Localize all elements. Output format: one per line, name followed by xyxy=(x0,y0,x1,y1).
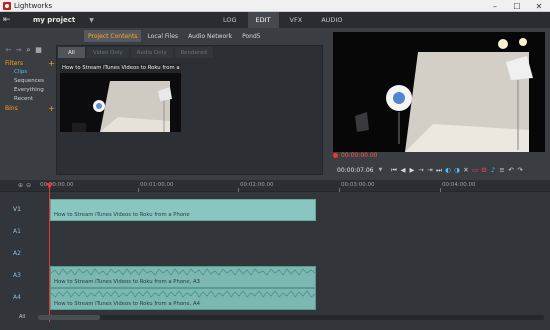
filter-tab-all[interactable]: All xyxy=(58,47,85,58)
track-label-v1[interactable]: V1 xyxy=(13,206,21,213)
clear-marks-icon[interactable]: ✕ xyxy=(463,165,469,175)
viewer-top-timecode: 00:00:00.00 xyxy=(333,152,378,159)
filter-item-sequences[interactable]: Sequences xyxy=(5,77,55,86)
nav-row: ← → ⌕ ▦ xyxy=(5,45,55,55)
timeline-audio-clip-a3[interactable]: How to Stream iTunes Videos to Roku from… xyxy=(50,266,316,288)
zoom-in-icon[interactable]: ⊕ xyxy=(18,182,23,189)
ruler-tick xyxy=(440,188,441,192)
ruler-tick-label: 00:04:00.00 xyxy=(442,182,476,188)
search-icon[interactable]: ⌕ xyxy=(25,46,32,55)
main-tabs: LOG EDIT VFX AUDIO xyxy=(215,12,353,28)
os-titlebar: Lightworks – ☐ ✕ xyxy=(0,0,550,12)
maximize-button[interactable]: ☐ xyxy=(506,0,528,12)
tab-local-files[interactable]: Local Files xyxy=(143,30,182,42)
bin-area: All Video Only Audio Only Rendered How t… xyxy=(56,45,323,175)
go-to-end-icon[interactable]: ⏭ xyxy=(436,165,442,175)
filter-item-everything[interactable]: Everything xyxy=(5,86,55,95)
transport-buttons: ⏮ ◀ ▶ → ⇥ ⏭ ◐ ◑ ✕ ▭ ⊟ ♪ ≡ ↶ ↷ xyxy=(391,165,523,175)
go-to-start-icon[interactable]: ⏮ xyxy=(391,165,397,175)
forward-arrow-icon[interactable]: → xyxy=(15,46,22,54)
ruler-tools: ⊕ ⊖ xyxy=(18,182,31,189)
ruler-tick-label: 00:00:00.00 xyxy=(40,182,74,188)
tab-audio[interactable]: AUDIO xyxy=(313,12,350,28)
filters-label: Filters xyxy=(5,60,23,67)
record-indicator-icon xyxy=(333,153,338,158)
add-bin-icon[interactable]: + xyxy=(48,104,55,113)
filter-tab-audio-only[interactable]: Audio Only xyxy=(130,47,173,58)
clip-title: How to Stream iTunes Videos to Roku from… xyxy=(60,64,181,73)
track-label-a2[interactable]: A2 xyxy=(13,250,21,257)
bins-header: Bins + xyxy=(5,104,55,113)
clip-thumbnail xyxy=(60,73,181,132)
filter-tab-video-only[interactable]: Video Only xyxy=(86,47,129,58)
insert-icon[interactable]: ▭ xyxy=(472,165,478,175)
video-clip-name: How to Stream iTunes Videos to Roku from… xyxy=(54,212,190,218)
lightworks-app: Lightworks – ☐ ✕ ⇤ my project ▼ LOG EDIT… xyxy=(0,0,550,330)
media-filter-tabs: All Video Only Audio Only Rendered xyxy=(58,47,213,58)
app-header: ⇤ my project ▼ LOG EDIT VFX AUDIO xyxy=(0,12,550,28)
ruler-tick-label: 00:02:00.00 xyxy=(240,182,274,188)
ruler-tick xyxy=(138,188,139,192)
track-label-a4[interactable]: A4 xyxy=(13,294,21,301)
filter-tab-rendered[interactable]: Rendered xyxy=(174,47,213,58)
viewer-timecode[interactable]: 00:00:07.06 xyxy=(337,167,374,174)
viewer-controls: 00:00:07.06 ▼ ⏮ ◀ ▶ → ⇥ ⏭ ◐ ◑ ✕ ▭ ⊟ ♪ ≡ … xyxy=(333,164,545,176)
mark-out-icon[interactable]: ◑ xyxy=(454,165,460,175)
filter-item-recent[interactable]: Recent xyxy=(5,95,55,104)
tab-edit[interactable]: EDIT xyxy=(247,12,279,28)
chevron-down-icon[interactable]: ▼ xyxy=(379,167,383,173)
bins-label: Bins xyxy=(5,105,18,112)
timeline-ruler[interactable]: ⊕ ⊖ 00:00:00.00 00:01:00.00 00:02:00.00 … xyxy=(0,180,550,192)
step-back-icon[interactable]: ◀ xyxy=(400,165,406,175)
tab-log[interactable]: LOG xyxy=(215,12,245,28)
scrollbar-thumb[interactable] xyxy=(38,315,100,320)
track-label-a1[interactable]: A1 xyxy=(13,228,21,235)
window-title: Lightworks xyxy=(14,1,53,10)
ruler-tick xyxy=(339,188,340,192)
window-controls: – ☐ ✕ xyxy=(484,0,550,12)
filters-header: Filters + xyxy=(5,59,55,68)
project-name[interactable]: my project xyxy=(33,16,75,24)
close-button[interactable]: ✕ xyxy=(528,0,550,12)
filter-item-clips[interactable]: Clips xyxy=(5,68,55,77)
track-label-a3[interactable]: A3 xyxy=(13,272,21,279)
ruler-tick-label: 00:03:00.00 xyxy=(341,182,375,188)
tab-vfx[interactable]: VFX xyxy=(282,12,311,28)
layout-toggle-icon[interactable]: ▦ xyxy=(35,46,42,54)
add-filter-icon[interactable]: + xyxy=(48,59,55,68)
content-tabs: Project Contents Local Files Audio Netwo… xyxy=(0,29,330,43)
ruler-tick-label: 00:01:00.00 xyxy=(140,182,174,188)
tab-project-contents[interactable]: Project Contents xyxy=(84,30,142,42)
all-tracks-toggle[interactable]: All xyxy=(19,314,25,320)
step-forward-icon[interactable]: → xyxy=(418,165,424,175)
audio-icon[interactable]: ♪ xyxy=(490,165,496,175)
play-icon[interactable]: ▶ xyxy=(409,165,415,175)
delete-icon[interactable]: ≡ xyxy=(499,165,505,175)
audio-clip-name-a3: How to Stream iTunes Videos to Roku from… xyxy=(54,279,201,285)
mark-in-icon[interactable]: ◐ xyxy=(445,165,451,175)
exit-project-icon[interactable]: ⇤ xyxy=(3,15,15,25)
zoom-out-icon[interactable]: ⊖ xyxy=(26,182,31,189)
fast-forward-icon[interactable]: ⇥ xyxy=(427,165,433,175)
viewer-top-time: 00:00:00.00 xyxy=(341,152,378,159)
timeline-video-clip[interactable]: How to Stream iTunes Videos to Roku from… xyxy=(50,199,316,221)
chevron-down-icon[interactable]: ▼ xyxy=(89,17,94,24)
clip-card[interactable]: How to Stream iTunes Videos to Roku from… xyxy=(60,64,181,132)
redo-icon[interactable]: ↷ xyxy=(517,165,523,175)
timeline-audio-clip-a4[interactable]: How to Stream iTunes Videos to Roku from… xyxy=(50,288,316,310)
content-sidebar: ← → ⌕ ▦ Filters + Clips Sequences Everyt… xyxy=(5,45,55,175)
replace-icon[interactable]: ⊟ xyxy=(481,165,487,175)
back-arrow-icon[interactable]: ← xyxy=(5,46,12,54)
minimize-button[interactable]: – xyxy=(484,0,506,12)
playhead[interactable] xyxy=(49,184,50,322)
video-viewer[interactable] xyxy=(333,32,545,152)
app-logo-icon xyxy=(3,1,11,10)
tab-audio-network[interactable]: Audio Network xyxy=(184,30,236,42)
undo-icon[interactable]: ↶ xyxy=(508,165,514,175)
timeline-scrollbar[interactable] xyxy=(38,315,544,320)
audio-clip-name-a4: How to Stream iTunes Videos to Roku from… xyxy=(54,301,201,307)
tab-pond5[interactable]: Pond5 xyxy=(238,30,265,42)
ruler-tick xyxy=(238,188,239,192)
